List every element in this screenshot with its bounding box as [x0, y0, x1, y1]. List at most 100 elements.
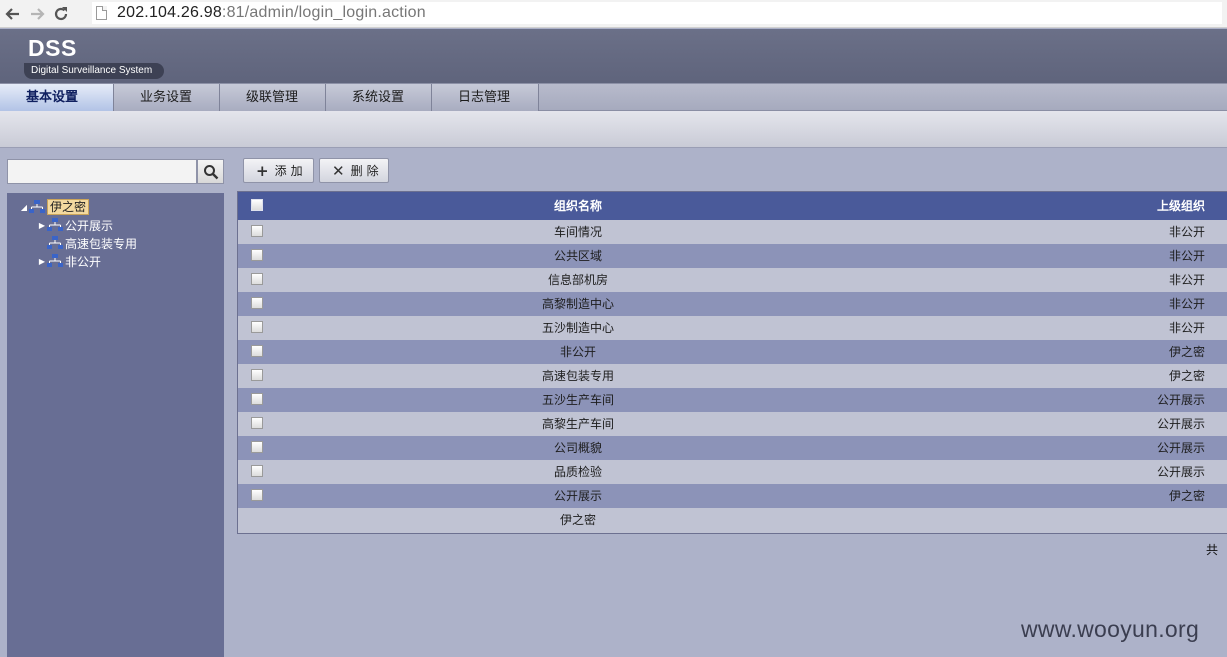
row-checkbox[interactable] [251, 297, 263, 309]
row-checkbox[interactable] [251, 465, 263, 477]
page-icon [96, 6, 107, 20]
cell-parent-org: 非公开 [1168, 225, 1205, 239]
table-row[interactable]: 伊之密 [238, 508, 1227, 532]
cell-org-name: 公开展示 [553, 489, 602, 503]
table-row[interactable]: 公开展示 伊之密 [238, 484, 1227, 508]
reload-button[interactable] [50, 3, 72, 25]
org-chart-icon [47, 236, 63, 249]
tab-business-settings[interactable]: 业务设置 [114, 84, 220, 111]
cell-org-name: 公司概貌 [553, 441, 602, 455]
back-button[interactable] [2, 3, 24, 25]
row-checkbox[interactable] [251, 225, 263, 237]
tree-node-public-display[interactable]: ▶ 公开展示 [37, 216, 113, 234]
cell-parent-org: 非公开 [1168, 273, 1205, 287]
arrow-right-icon [31, 7, 45, 20]
column-header-name[interactable]: 组织名称 [478, 192, 678, 220]
cell-org-name: 伊之密 [559, 513, 596, 527]
tab-log-management[interactable]: 日志管理 [432, 84, 539, 111]
table-row[interactable]: 信息部机房 非公开 [238, 268, 1227, 292]
org-table: 组织名称 上级组织 车间情况 非公开 公共区域 非公开 信息部机房 非公开 高黎制造中心 非公… [237, 191, 1227, 534]
cell-parent-org: 公开展示 [1156, 417, 1205, 431]
tree-node-label: 高速包装专用 [65, 236, 138, 251]
row-checkbox[interactable] [251, 321, 263, 333]
cell-org-name: 信息部机房 [547, 273, 608, 287]
cell-org-name: 高黎生产车间 [541, 417, 614, 431]
sub-menu-bar [0, 111, 1227, 148]
org-chart-icon [29, 200, 45, 213]
row-checkbox[interactable] [251, 489, 263, 501]
app-subtitle: Digital Surveillance System [24, 63, 165, 79]
reload-icon [54, 6, 68, 20]
plus-icon: + [256, 161, 269, 180]
cell-org-name: 非公开 [559, 345, 596, 359]
add-button[interactable]: + 添加 [243, 158, 314, 183]
column-header-parent[interactable]: 上级组织 [1085, 192, 1205, 220]
cell-parent-org: 伊之密 [1168, 345, 1205, 359]
row-checkbox[interactable] [251, 417, 263, 429]
row-checkbox[interactable] [251, 441, 263, 453]
table-row[interactable]: 公司概貌 公开展示 [238, 436, 1227, 460]
table-header: 组织名称 上级组织 [238, 192, 1227, 220]
row-checkbox[interactable] [251, 393, 263, 405]
watermark: www.wooyun.org [1021, 616, 1200, 642]
cell-parent-org: 非公开 [1168, 321, 1205, 335]
cell-parent-org: 公开展示 [1156, 441, 1205, 455]
arrow-left-icon [5, 7, 19, 20]
tree-node-private[interactable]: ▶ 非公开 [37, 252, 101, 270]
row-checkbox[interactable] [251, 345, 263, 357]
search-input[interactable] [7, 159, 197, 184]
url-text: 202.104.26.98:81/admin/login_login.actio… [117, 4, 426, 21]
search-icon [203, 164, 218, 179]
cell-org-name: 公共区域 [553, 249, 602, 263]
x-icon: ✕ [332, 161, 345, 180]
cell-parent-org: 公开展示 [1156, 393, 1205, 407]
table-row[interactable]: 车间情况 非公开 [238, 220, 1227, 244]
delete-button[interactable]: ✕ 删除 [319, 158, 389, 183]
cell-parent-org: 公开展示 [1156, 465, 1205, 479]
table-row[interactable]: 非公开 伊之密 [238, 340, 1227, 364]
expand-arrow-icon[interactable]: ▶ [37, 257, 47, 266]
select-all-checkbox[interactable] [251, 199, 263, 211]
row-checkbox[interactable] [251, 369, 263, 381]
tab-basic-settings[interactable]: 基本设置 [0, 84, 114, 111]
cell-org-name: 品质检验 [553, 465, 602, 479]
cell-org-name: 高黎制造中心 [541, 297, 614, 311]
org-chart-icon [47, 218, 63, 231]
table-row[interactable]: 高黎制造中心 非公开 [238, 292, 1227, 316]
tree-node-high-speed-packaging[interactable]: 高速包装专用 [37, 234, 137, 252]
forward-button[interactable] [26, 3, 48, 25]
delete-button-label: 删除 [350, 164, 383, 178]
table-row[interactable]: 公共区域 非公开 [238, 244, 1227, 268]
org-tree-panel: ◢ 伊之密 ▶ 公开展示 高速包装专用 ▶ 非公开 [7, 193, 224, 657]
cell-parent-org: 非公开 [1168, 297, 1205, 311]
tree-node-label: 公开展示 [65, 218, 114, 233]
cell-org-name: 车间情况 [553, 225, 602, 239]
tab-cascade-management[interactable]: 级联管理 [220, 84, 326, 111]
tab-system-settings[interactable]: 系统设置 [326, 84, 432, 111]
expand-arrow-icon[interactable]: ▶ [37, 221, 47, 230]
cell-org-name: 五沙生产车间 [541, 393, 614, 407]
table-row[interactable]: 高速包装专用 伊之密 [238, 364, 1227, 388]
collapse-arrow-icon[interactable]: ◢ [19, 203, 29, 212]
row-checkbox[interactable] [251, 249, 263, 261]
total-count-label: 共 [1206, 543, 1219, 557]
search-button[interactable] [197, 159, 224, 184]
cell-parent-org: 伊之密 [1168, 369, 1205, 383]
cell-org-name: 高速包装专用 [541, 369, 614, 383]
add-button-label: 添加 [274, 164, 307, 178]
app-logo: DSS [28, 35, 77, 61]
cell-org-name: 五沙制造中心 [541, 321, 614, 335]
main-tabs: 基本设置 业务设置 级联管理 系统设置 日志管理 [0, 83, 1227, 111]
table-row[interactable]: 五沙制造中心 非公开 [238, 316, 1227, 340]
tree-node-label: 伊之密 [47, 199, 90, 215]
table-row[interactable]: 品质检验 公开展示 [238, 460, 1227, 484]
browser-toolbar: 202.104.26.98:81/admin/login_login.actio… [0, 0, 1227, 28]
address-bar[interactable]: 202.104.26.98:81/admin/login_login.actio… [92, 2, 1222, 24]
cell-parent-org: 伊之密 [1168, 489, 1205, 503]
tree-node-root[interactable]: ◢ 伊之密 [19, 198, 90, 216]
table-row[interactable]: 高黎生产车间 公开展示 [238, 412, 1227, 436]
row-checkbox[interactable] [251, 273, 263, 285]
tree-node-label: 非公开 [65, 254, 102, 269]
table-row[interactable]: 五沙生产车间 公开展示 [238, 388, 1227, 412]
org-chart-icon [47, 254, 63, 267]
